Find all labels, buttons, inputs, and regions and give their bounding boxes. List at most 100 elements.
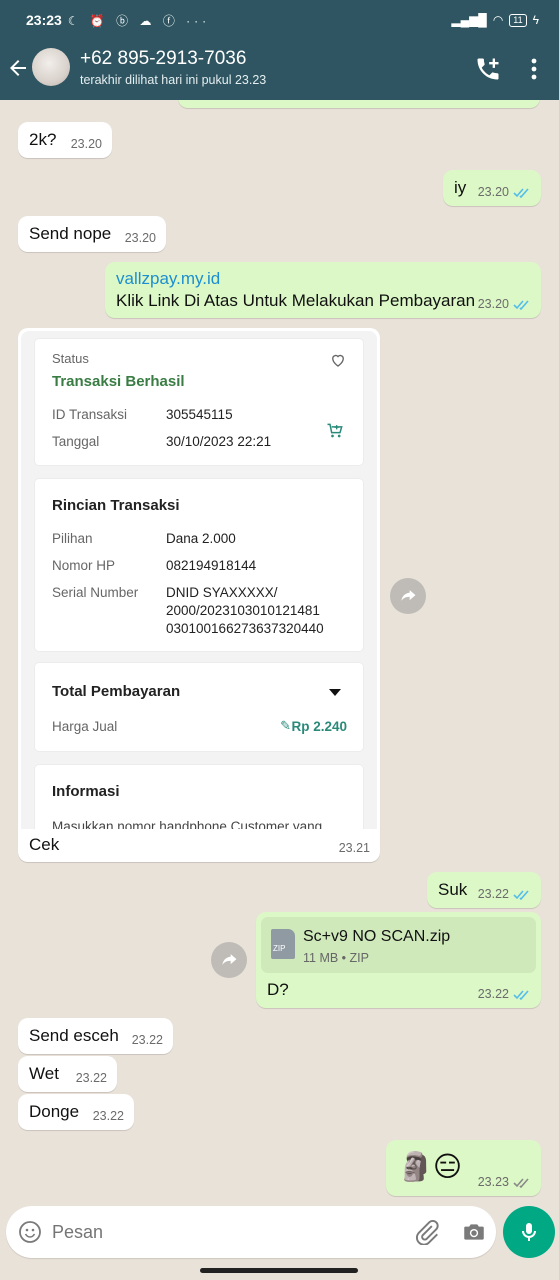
message-bubble-outgoing[interactable]: iy 23.20 <box>443 170 541 206</box>
image-caption: Cek <box>29 835 60 854</box>
charging-icon: ϟ <box>532 13 539 27</box>
serial-label: Serial Number <box>52 585 139 600</box>
forward-icon <box>222 954 237 965</box>
microphone-icon <box>522 1223 536 1241</box>
message-text: D? <box>267 980 289 999</box>
message-bubble-incoming[interactable]: Send esceh 23.22 <box>18 1018 173 1054</box>
status-bar: 23:23 ☾ ⏰ ⓑ ☁ ⓕ ··· ▂▄▆█ ◠ 11 ϟ <box>26 10 539 30</box>
transaction-id-value: 305545115 <box>166 407 233 422</box>
image-message-bubble[interactable]: Status Transaksi Berhasil ID Transaksi 3… <box>18 328 380 862</box>
message-bubble-outgoing[interactable]: vallzpay.my.id Klik Link Di Atas Untuk M… <box>105 262 541 318</box>
message-text: Suk <box>438 880 468 899</box>
message-bubble-incoming[interactable]: 2k? 23.20 <box>18 122 112 158</box>
attachment-icon[interactable] <box>414 1219 440 1245</box>
forward-button[interactable] <box>211 942 247 978</box>
price-label: Harga Jual <box>52 719 118 734</box>
phone-value: 082194918144 <box>166 558 257 573</box>
read-ticks-icon <box>513 299 529 310</box>
message-time: 23.20 <box>124 231 156 245</box>
forward-button[interactable] <box>390 578 426 614</box>
delivered-ticks-icon <box>513 1177 529 1188</box>
last-seen-text: terakhir dilihat hari ini pukul 23.23 <box>80 73 267 87</box>
message-text: 2k? <box>29 130 57 149</box>
message-time: 23.22 <box>478 987 531 1001</box>
details-title: Rincian Transaksi <box>52 497 180 514</box>
message-time: 23.22 <box>131 1033 163 1047</box>
add-call-icon[interactable] <box>474 55 502 83</box>
message-list[interactable]: 2k? 23.20 iy 23.20 Send nope 23.20 vallz… <box>0 100 559 1200</box>
read-ticks-icon <box>513 187 529 198</box>
voice-record-button[interactable] <box>503 1206 555 1258</box>
heart-icon <box>332 354 344 367</box>
phone-label: Nomor HP <box>52 558 116 573</box>
serial-line-3: 030100166273637320440 <box>166 621 324 636</box>
receipt-total-card: Total Pembayaran Harga Jual ✎ Rp 2.240 <box>35 663 363 751</box>
pencil-icon: ✎ <box>280 718 291 733</box>
message-time: 23.20 <box>478 185 531 199</box>
message-input[interactable] <box>52 1218 352 1246</box>
message-bubble-incoming[interactable]: Wet 23.22 <box>18 1056 117 1092</box>
dropdown-arrow-icon <box>329 689 341 696</box>
read-ticks-icon <box>513 989 529 1000</box>
receipt-details-card: Rincian Transaksi Pilihan Dana 2.000 Nom… <box>35 479 363 651</box>
message-text: iy <box>454 178 467 197</box>
camera-icon[interactable] <box>461 1219 487 1245</box>
message-text: Send nope <box>29 224 112 243</box>
zip-file-icon: ZIP <box>271 929 295 959</box>
info-text: Masukkan nomor handphone Customer yang <box>52 819 323 829</box>
file-message-bubble[interactable]: ZIP Sc+v9 NO SCAN.zip 11 MB • ZIP D? 23.… <box>256 912 541 1008</box>
wifi-icon: ◠ <box>492 13 504 27</box>
cart-icon <box>327 423 343 438</box>
file-meta: 11 MB • ZIP <box>303 951 369 965</box>
file-name: Sc+v9 NO SCAN.zip <box>303 928 451 945</box>
avatar[interactable] <box>32 48 70 86</box>
gesture-navigation-bar[interactable] <box>200 1268 358 1273</box>
contact-name[interactable]: +62 895-2913-7036 <box>80 48 246 70</box>
message-text: Klik Link Di Atas Untuk Melakukan Pembay… <box>116 291 476 310</box>
option-label: Pilihan <box>52 531 93 546</box>
receipt-info-card: Informasi Masukkan nomor handphone Custo… <box>35 765 363 829</box>
status-time: 23:23 <box>26 12 62 28</box>
status-right: ▂▄▆█ ◠ 11 ϟ <box>451 13 539 27</box>
message-time: 23.23 <box>478 1175 531 1189</box>
message-text: Send esceh <box>29 1026 119 1045</box>
message-time: 23.20 <box>478 297 531 311</box>
message-text: Wet <box>29 1064 59 1083</box>
date-value: 30/10/2023 22:21 <box>166 434 272 449</box>
message-bubble-outgoing[interactable]: Suk 23.22 <box>427 872 541 908</box>
price-value: Rp 2.240 <box>291 719 347 734</box>
more-options-icon[interactable] <box>524 56 544 82</box>
message-time: 23.21 <box>338 841 370 855</box>
serial-line-2: 2000/2023103010121481 <box>166 603 320 618</box>
notification-icons: ☾ ⏰ ⓑ ☁ ⓕ ··· <box>67 13 211 28</box>
status-label: Status <box>52 351 89 366</box>
message-bubble-cutoff <box>178 100 540 108</box>
serial-line-1: DNID SYAXXXXX/ <box>166 585 278 600</box>
date-label: Tanggal <box>52 434 100 449</box>
message-bubble-incoming[interactable]: Send nope 23.20 <box>18 216 166 252</box>
total-title: Total Pembayaran <box>52 683 181 700</box>
message-bubble-outgoing[interactable]: 🗿😑 23.23 <box>386 1140 541 1196</box>
emoji-icon[interactable] <box>18 1220 42 1244</box>
read-ticks-icon <box>513 889 529 900</box>
transaction-id-label: ID Transaksi <box>52 407 128 422</box>
message-bubble-incoming[interactable]: Donge 23.22 <box>18 1094 134 1130</box>
receipt-status-card: Status Transaksi Berhasil ID Transaksi 3… <box>35 339 363 465</box>
back-arrow-icon[interactable] <box>6 56 30 80</box>
file-attachment[interactable]: ZIP Sc+v9 NO SCAN.zip 11 MB • ZIP <box>261 917 536 973</box>
option-value: Dana 2.000 <box>166 531 236 546</box>
info-title: Informasi <box>52 783 120 800</box>
message-composer[interactable] <box>6 1206 496 1258</box>
forward-icon <box>401 590 416 601</box>
message-time: 23.20 <box>70 137 102 151</box>
message-time: 23.22 <box>75 1071 107 1085</box>
message-link[interactable]: vallzpay.my.id <box>116 269 220 289</box>
emoji-message: 🗿😑 <box>398 1151 463 1182</box>
message-time: 23.22 <box>478 887 531 901</box>
receipt-screenshot[interactable]: Status Transaksi Berhasil ID Transaksi 3… <box>21 331 377 829</box>
status-value: Transaksi Berhasil <box>52 373 185 390</box>
message-time: 23.22 <box>92 1109 124 1123</box>
chat-header: 23:23 ☾ ⏰ ⓑ ☁ ⓕ ··· ▂▄▆█ ◠ 11 ϟ +62 895-… <box>0 0 559 100</box>
signal-icon: ▂▄▆█ <box>451 13 487 27</box>
battery-icon: 11 <box>509 13 527 27</box>
